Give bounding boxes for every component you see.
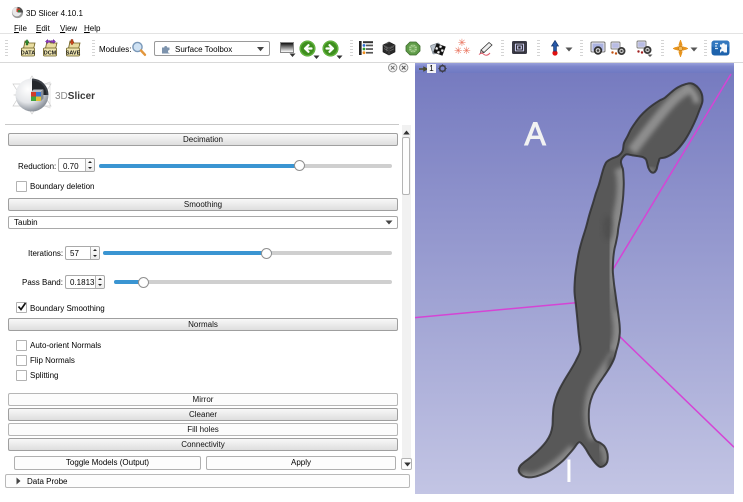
- svg-text:DATA: DATA: [21, 51, 35, 57]
- svg-text:SAVE: SAVE: [66, 51, 81, 57]
- svg-text:3DSlicer: 3DSlicer: [55, 91, 95, 102]
- svg-text:A: A: [525, 116, 547, 152]
- svg-text:DCM: DCM: [44, 51, 57, 57]
- svg-text:I: I: [565, 453, 574, 489]
